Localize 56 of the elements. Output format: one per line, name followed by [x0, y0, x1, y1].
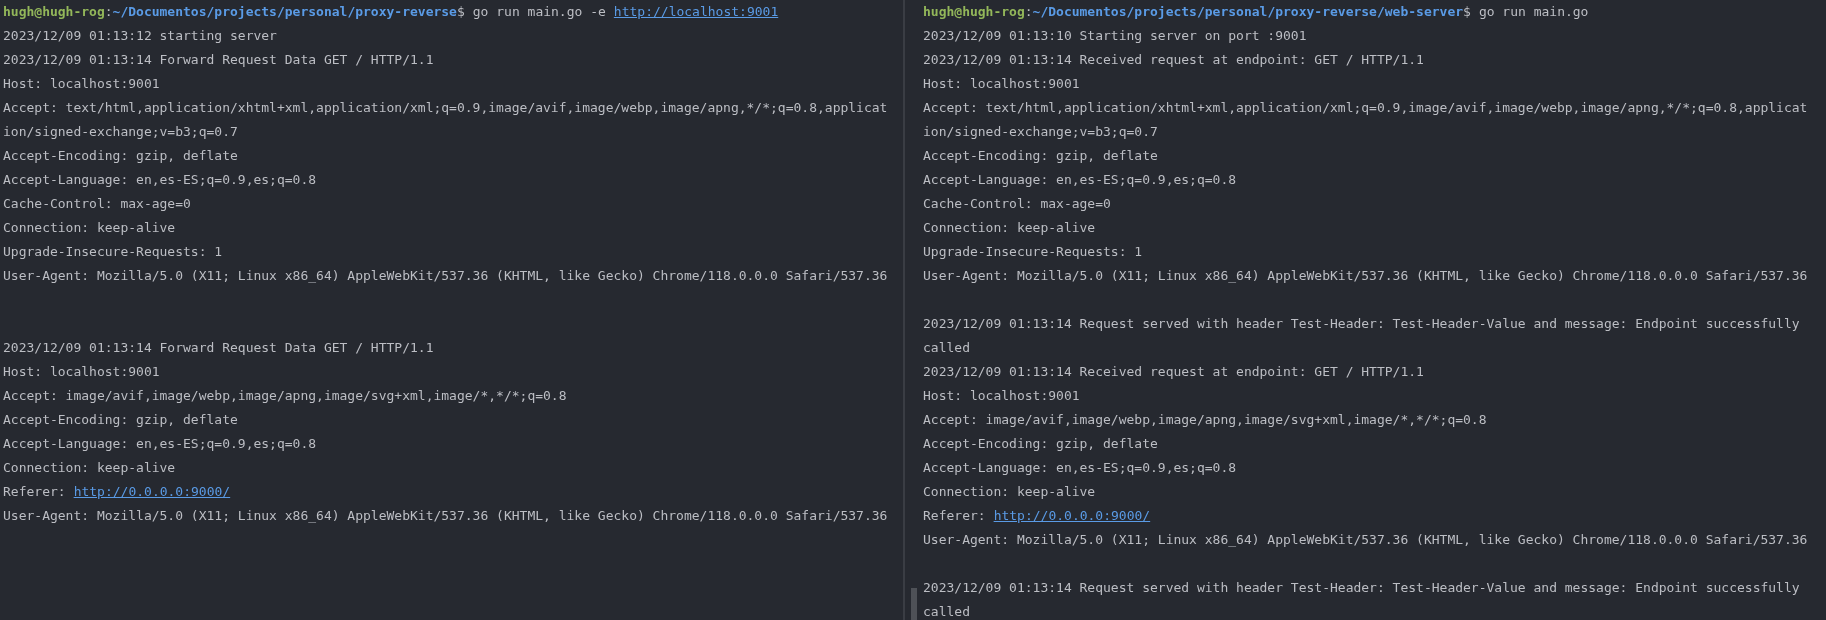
output-text: Referer:: [923, 507, 986, 525]
output-line: Accept: text/html,application/xhtml+xml,application/xml;q=0.9,image/avif,image/webp,image/apng,*/*;q=0.8,applicat: [3, 99, 889, 117]
command-text: go run main.go: [1478, 3, 1589, 21]
output-line: Connection: keep-alive: [923, 483, 1097, 501]
output-line: Host: localhost:9001: [923, 75, 1081, 93]
output-line: ion/signed-exchange;v=b3;q=0.7: [923, 123, 1159, 141]
output-line: 2023/12/09 01:13:14 Request served with header Test-Header: Test-Header-Value and message: Endpoint successfully: [923, 315, 1801, 333]
prompt-separator: :: [1024, 3, 1033, 21]
output-line: Accept-Encoding: gzip, deflate: [3, 411, 239, 429]
output-line: Accept-Language: en,es-ES;q=0.9,es;q=0.8: [923, 459, 1238, 477]
output-line: 2023/12/09 01:13:10 Starting server on port :9001: [923, 27, 1308, 45]
prompt-separator: :: [104, 3, 113, 21]
output-line: called: [923, 603, 971, 620]
output-line: User-Agent: Mozilla/5.0 (X11; Linux x86_64) AppleWebKit/537.36 (KHTML, like Gecko) Chrome/118.0.0.0 Safari/537.36: [3, 267, 889, 285]
output-line: Accept: text/html,application/xhtml+xml,application/xml;q=0.9,image/avif,image/webp,image/apng,*/*;q=0.8,applicat: [923, 99, 1809, 117]
output-line: Connection: keep-alive: [923, 219, 1097, 237]
output-line: Accept-Language: en,es-ES;q=0.9,es;q=0.8: [3, 435, 318, 453]
scrollbar-thumb[interactable]: [911, 588, 917, 620]
output-line: called: [923, 339, 971, 357]
output-line: Host: localhost:9001: [3, 75, 161, 93]
prompt-path: ~/Documentos/projects/personal/proxy-reverse: [112, 3, 457, 21]
output-line: Upgrade-Insecure-Requests: 1: [3, 243, 224, 261]
output-line: Upgrade-Insecure-Requests: 1: [923, 243, 1144, 261]
output-line: Cache-Control: max-age=0: [923, 195, 1112, 213]
command-text: go run main.go -e: [472, 3, 606, 21]
prompt-user: hugh@hugh-rog: [3, 3, 105, 21]
output-line: Connection: keep-alive: [3, 459, 177, 477]
output-text: Referer:: [3, 483, 66, 501]
output-line: Accept: image/avif,image/webp,image/apng,image/svg+xml,image/*,*/*;q=0.8: [923, 411, 1488, 429]
output-line: Connection: keep-alive: [3, 219, 177, 237]
output-line: 2023/12/09 01:13:14 Request served with header Test-Header: Test-Header-Value and message: Endpoint successfully: [923, 579, 1801, 597]
prompt-path: ~/Documentos/projects/personal/proxy-reverse/web-server: [1032, 3, 1464, 21]
output-line: 2023/12/09 01:13:12 starting server: [3, 27, 278, 45]
output-line: ion/signed-exchange;v=b3;q=0.7: [3, 123, 239, 141]
output-line: Host: localhost:9001: [3, 363, 161, 381]
output-line: User-Agent: Mozilla/5.0 (X11; Linux x86_64) AppleWebKit/537.36 (KHTML, like Gecko) Chrome/118.0.0.0 Safari/537.36: [923, 267, 1809, 285]
output-line: 2023/12/09 01:13:14 Forward Request Data GET / HTTP/1.1: [3, 339, 435, 357]
output-line: Accept-Language: en,es-ES;q=0.9,es;q=0.8: [3, 171, 318, 189]
output-line: Accept: image/avif,image/webp,image/apng,image/svg+xml,image/*,*/*;q=0.8: [3, 387, 568, 405]
prompt-symbol: $: [1463, 3, 1471, 21]
prompt-symbol: $: [456, 3, 465, 21]
output-line: Host: localhost:9001: [923, 387, 1081, 405]
output-line: Accept-Encoding: gzip, deflate: [923, 147, 1159, 165]
url-link[interactable]: http://0.0.0.0:9000/: [73, 480, 231, 504]
prompt-user: hugh@hugh-rog: [923, 3, 1025, 21]
output-line: Cache-Control: max-age=0: [3, 195, 192, 213]
output-line: Accept-Encoding: gzip, deflate: [923, 435, 1159, 453]
output-line: User-Agent: Mozilla/5.0 (X11; Linux x86_64) AppleWebKit/537.36 (KHTML, like Gecko) Chrome/118.0.0.0 Safari/537.36: [923, 531, 1809, 549]
output-line: 2023/12/09 01:13:14 Forward Request Data GET / HTTP/1.1: [3, 51, 435, 69]
output-line: 2023/12/09 01:13:14 Received request at endpoint: GET / HTTP/1.1: [923, 51, 1425, 69]
output-line: Accept-Language: en,es-ES;q=0.9,es;q=0.8: [923, 171, 1238, 189]
output-line: User-Agent: Mozilla/5.0 (X11; Linux x86_64) AppleWebKit/537.36 (KHTML, like Gecko) Chrome/118.0.0.0 Safari/537.36: [3, 507, 889, 525]
url-link[interactable]: http://0.0.0.0:9000/: [993, 504, 1151, 528]
output-line: Accept-Encoding: gzip, deflate: [3, 147, 239, 165]
output-line: 2023/12/09 01:13:14 Received request at endpoint: GET / HTTP/1.1: [923, 363, 1425, 381]
url-link[interactable]: http://localhost:9001: [613, 0, 779, 24]
